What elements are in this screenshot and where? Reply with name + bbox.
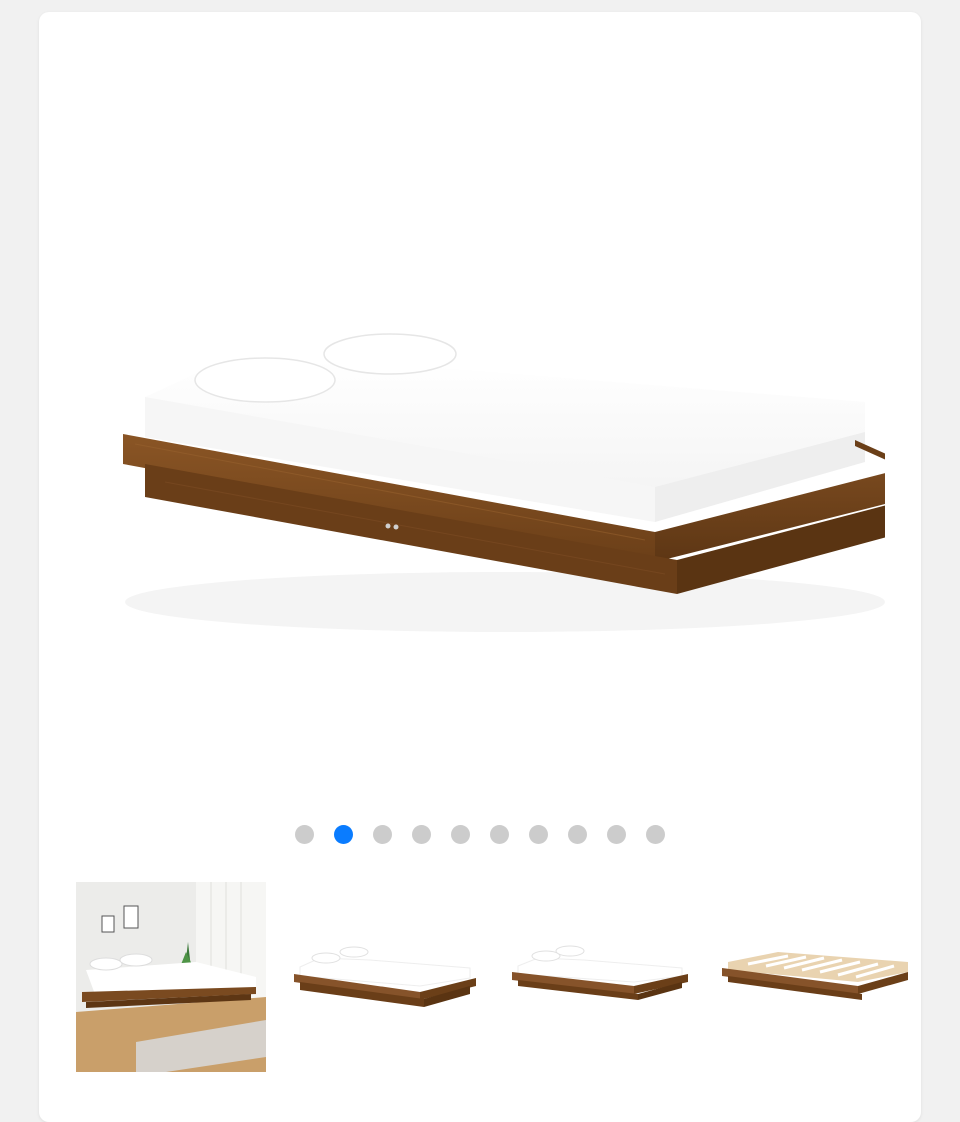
bed-slats-photo-icon [718,882,908,1072]
bedroom-scene-photo-icon [76,882,266,1072]
bed-frame-photo-icon [504,882,694,1072]
carousel-dot-1[interactable] [295,825,314,844]
carousel-indicators [39,825,921,844]
thumbnail-3[interactable] [504,882,694,1072]
bed-frame-photo-icon [290,882,480,1072]
carousel-dot-4[interactable] [412,825,431,844]
carousel-dot-8[interactable] [568,825,587,844]
thumbnail-4[interactable] [718,882,908,1072]
carousel-dot-10[interactable] [646,825,665,844]
thumbnail-1[interactable] [76,882,266,1072]
carousel-dot-3[interactable] [373,825,392,844]
thumbnail-strip [76,882,908,1072]
carousel-dot-6[interactable] [490,825,509,844]
product-gallery-card [39,12,921,1122]
bed-frame-image [123,333,913,632]
carousel-dot-7[interactable] [529,825,548,844]
main-product-image[interactable] [75,42,913,802]
carousel-dot-9[interactable] [607,825,626,844]
carousel-dot-2-active[interactable] [334,825,353,844]
carousel-dot-5[interactable] [451,825,470,844]
thumbnail-2[interactable] [290,882,480,1072]
